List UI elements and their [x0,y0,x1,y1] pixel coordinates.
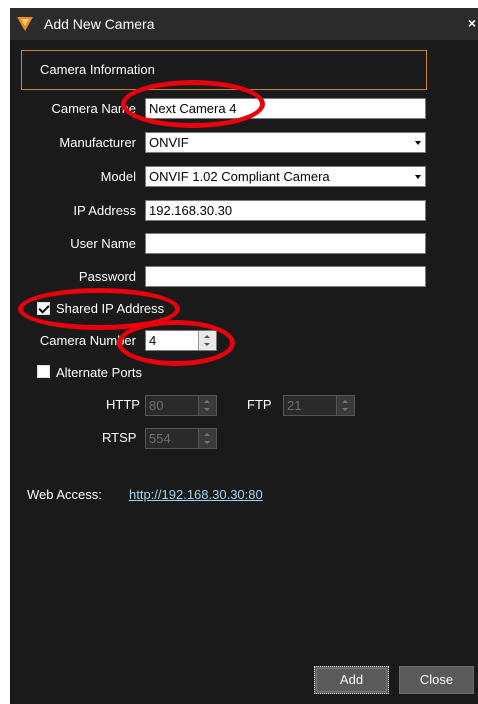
camera-number-value: 4 [149,333,157,348]
ftp-port-label: FTP [247,397,272,412]
stepper-buttons[interactable] [198,429,216,448]
title-bar[interactable]: Add New Camera × [10,8,478,40]
rtsp-port-value: 554 [149,431,171,446]
stepper-buttons[interactable] [198,331,216,350]
camera-information-header: Camera Information [21,50,427,90]
arrow-up-icon[interactable] [204,335,210,338]
chevron-down-icon [415,175,421,179]
manufacturer-select[interactable]: ONVIF [145,132,426,153]
model-label: Model [100,169,136,184]
user-name-input[interactable] [145,233,426,254]
add-button[interactable]: Add [314,666,389,694]
alternate-ports-label: Alternate Ports [56,365,142,380]
manufacturer-value: ONVIF [149,135,189,150]
rtsp-port-label: RTSP [102,430,137,445]
http-port-label: HTTP [106,397,140,412]
camera-number-label: Camera Number [39,333,136,348]
ip-address-label: IP Address [73,203,136,218]
arrow-up-icon[interactable] [342,400,348,403]
http-port-stepper[interactable]: 80 [145,395,217,416]
rtsp-port-stepper[interactable]: 554 [145,428,217,449]
stepper-buttons[interactable] [198,396,216,415]
camera-name-label: Camera Name [51,101,136,116]
model-select[interactable]: ONVIF 1.02 Compliant Camera [145,166,426,187]
chevron-down-icon [415,141,421,145]
web-access-label: Web Access: [27,487,102,502]
alternate-ports-checkbox[interactable] [37,365,50,378]
stepper-buttons[interactable] [336,396,354,415]
add-camera-dialog: Add New Camera × Camera Information Came… [10,8,478,704]
arrow-down-icon[interactable] [204,343,210,346]
arrow-up-icon[interactable] [204,400,210,403]
camera-name-input[interactable]: Next Camera 4 [145,98,426,119]
arrow-down-icon[interactable] [204,441,210,444]
manufacturer-label: Manufacturer [59,135,136,150]
app-logo-icon [17,17,33,31]
password-label: Password [78,269,136,284]
arrow-up-icon[interactable] [204,433,210,436]
close-icon[interactable]: × [468,15,476,31]
camera-number-stepper[interactable]: 4 [145,330,217,351]
shared-ip-checkbox[interactable] [37,302,50,315]
ftp-port-value: 21 [287,398,302,413]
arrow-down-icon[interactable] [342,408,348,411]
arrow-down-icon[interactable] [204,408,210,411]
checkmark-icon [38,302,50,314]
model-value: ONVIF 1.02 Compliant Camera [149,169,330,184]
ip-address-input[interactable]: 192.168.30.30 [145,200,426,221]
user-name-label: User Name [70,236,136,251]
window-title: Add New Camera [44,16,155,32]
web-access-link[interactable]: http://192.168.30.30:80 [129,487,263,502]
ftp-port-stepper[interactable]: 21 [283,395,355,416]
password-input[interactable] [145,266,426,287]
http-port-value: 80 [149,398,164,413]
close-button[interactable]: Close [399,666,474,694]
shared-ip-label: Shared IP Address [56,301,165,316]
section-title: Camera Information [40,62,155,77]
